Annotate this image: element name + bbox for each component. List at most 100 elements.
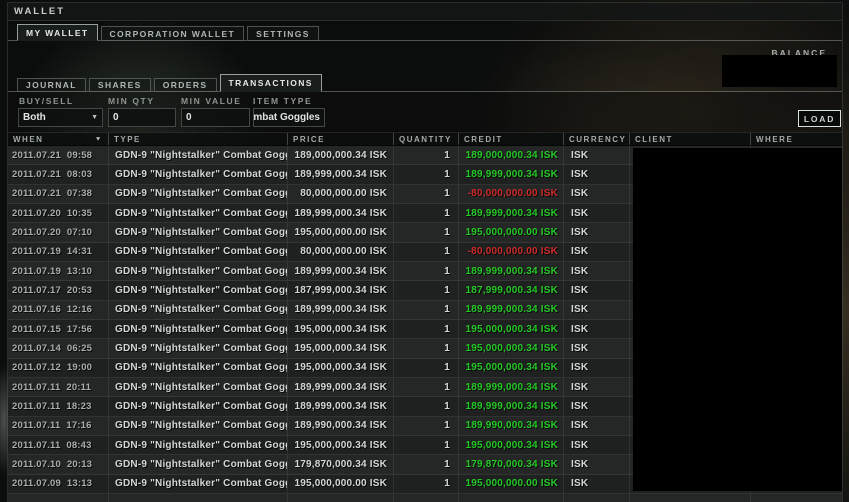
price-cell: 189,999,000.34 ISK xyxy=(287,377,393,397)
quantity-cell: 1 xyxy=(393,146,458,165)
tab-shares[interactable]: SHARES xyxy=(88,78,151,92)
credit-cell: 189,000,000.34 ISK xyxy=(458,146,563,165)
type-cell: GDN-9 "Nightstalker" Combat Goggles xyxy=(108,223,287,242)
min-value-input[interactable]: 0 xyxy=(181,108,250,127)
credit-cell: 189,999,000.34 ISK xyxy=(458,300,563,319)
price-cell: 80,000,000.00 ISK xyxy=(287,242,393,261)
quantity-cell: 1 xyxy=(393,184,458,203)
chevron-down-icon: ▼ xyxy=(91,114,98,121)
currency-cell: ISK xyxy=(563,146,629,165)
type-cell: GDN-9 "Nightstalker" Combat Goggles xyxy=(108,281,287,300)
min-value-label: MIN VALUE xyxy=(181,96,242,106)
window-titlebar[interactable]: WALLET xyxy=(8,3,842,21)
currency-cell: ISK xyxy=(563,377,629,397)
type-cell: GDN-9 "Nightstalker" Combat Goggles xyxy=(108,377,287,397)
when-cell: 2011.07.11 20:11 xyxy=(12,381,92,393)
column-header-currency[interactable]: CURRENCY xyxy=(563,133,629,145)
sort-desc-icon: ▼ xyxy=(94,136,103,142)
load-button[interactable]: LOAD xyxy=(798,110,841,127)
tab-corporation-wallet[interactable]: CORPORATION WALLET xyxy=(100,26,245,41)
currency-cell: ISK xyxy=(563,223,629,242)
price-cell: 195,000,000.00 ISK xyxy=(287,223,393,242)
price-cell: 80,000,000.00 ISK xyxy=(287,184,393,203)
type-cell: GDN-9 "Nightstalker" Combat Goggles xyxy=(108,261,287,281)
currency-cell: ISK xyxy=(563,281,629,300)
type-cell: GDN-9 "Nightstalker" Combat Goggles xyxy=(108,455,287,474)
column-header-when[interactable]: WHEN ▼ xyxy=(8,133,108,145)
credit-cell: 189,999,000.34 ISK xyxy=(458,203,563,223)
quantity-cell: 1 xyxy=(393,455,458,474)
type-cell: GDN-9 "Nightstalker" Combat Goggles xyxy=(108,300,287,319)
quantity-cell xyxy=(393,493,458,502)
quantity-cell: 1 xyxy=(393,474,458,493)
quantity-cell: 1 xyxy=(393,416,458,435)
type-cell: GDN-9 "Nightstalker" Combat Goggles xyxy=(108,435,287,455)
type-cell: GDN-9 "Nightstalker" Combat Goggles xyxy=(108,146,287,165)
column-header-where[interactable]: WHERE xyxy=(750,133,842,145)
quantity-cell: 1 xyxy=(393,281,458,300)
main-tab-strip: MY WALLET CORPORATION WALLET SETTINGS xyxy=(17,24,322,41)
quantity-cell: 1 xyxy=(393,377,458,397)
type-cell: GDN-9 "Nightstalker" Combat Goggles xyxy=(108,339,287,358)
type-cell: GDN-9 "Nightstalker" Combat Goggles xyxy=(108,203,287,223)
currency-cell: ISK xyxy=(563,203,629,223)
column-header-type[interactable]: TYPE xyxy=(108,133,287,145)
table-row[interactable] xyxy=(8,493,842,502)
when-cell: 2011.07.19 13:10 xyxy=(12,265,93,277)
client-where-redacted xyxy=(633,148,842,491)
quantity-cell: 1 xyxy=(393,435,458,455)
price-cell xyxy=(287,493,393,502)
credit-cell: 195,000,000.34 ISK xyxy=(458,435,563,455)
credit-cell: 195,000,000.34 ISK xyxy=(458,358,563,377)
currency-cell: ISK xyxy=(563,242,629,261)
currency-cell: ISK xyxy=(563,397,629,416)
currency-cell: ISK xyxy=(563,165,629,184)
tab-journal[interactable]: JOURNAL xyxy=(17,78,86,92)
buy-sell-select[interactable]: Both ▼ xyxy=(18,108,103,127)
when-cell: 2011.07.21 09:58 xyxy=(12,149,93,161)
when-cell: 2011.07.12 19:00 xyxy=(12,362,93,374)
when-cell: 2011.07.20 07:10 xyxy=(12,226,93,238)
column-header-quantity[interactable]: QUANTITY xyxy=(393,133,458,145)
price-cell: 189,000,000.34 ISK xyxy=(287,146,393,165)
currency-cell: ISK xyxy=(563,435,629,455)
currency-cell xyxy=(563,493,629,502)
quantity-cell: 1 xyxy=(393,397,458,416)
price-cell: 189,999,000.34 ISK xyxy=(287,397,393,416)
currency-cell: ISK xyxy=(563,474,629,493)
type-cell: GDN-9 "Nightstalker" Combat Goggles xyxy=(108,358,287,377)
price-cell: 195,000,000.34 ISK xyxy=(287,339,393,358)
credit-cell xyxy=(458,493,563,502)
balance-value-redacted xyxy=(722,55,837,87)
credit-cell: 179,870,000.34 ISK xyxy=(458,455,563,474)
credit-cell: 195,000,000.34 ISK xyxy=(458,339,563,358)
quantity-cell: 1 xyxy=(393,358,458,377)
where-cell xyxy=(750,493,842,502)
currency-cell: ISK xyxy=(563,300,629,319)
type-cell: GDN-9 "Nightstalker" Combat Goggles xyxy=(108,184,287,203)
credit-cell: 195,000,000.34 ISK xyxy=(458,319,563,339)
tab-settings[interactable]: SETTINGS xyxy=(247,26,319,41)
type-cell: GDN-9 "Nightstalker" Combat Goggles xyxy=(108,474,287,493)
column-header-price[interactable]: PRICE xyxy=(287,133,393,145)
tab-orders[interactable]: ORDERS xyxy=(153,78,217,92)
when-cell: 2011.07.10 20:13 xyxy=(12,458,93,470)
when-cell: 2011.07.11 08:43 xyxy=(12,439,92,451)
credit-cell: 187,999,000.34 ISK xyxy=(458,281,563,300)
quantity-cell: 1 xyxy=(393,165,458,184)
when-cell: 2011.07.16 12:16 xyxy=(12,304,93,316)
type-cell: GDN-9 "Nightstalker" Combat Goggles xyxy=(108,416,287,435)
tab-transactions[interactable]: TRANSACTIONS xyxy=(219,74,322,92)
credit-cell: 189,999,000.34 ISK xyxy=(458,165,563,184)
item-type-input[interactable]: Combat Goggles xyxy=(253,108,325,127)
credit-cell: 195,000,000.00 ISK xyxy=(458,474,563,493)
when-cell: 2011.07.11 17:16 xyxy=(12,420,92,432)
price-cell: 187,999,000.34 ISK xyxy=(287,281,393,300)
tab-my-wallet[interactable]: MY WALLET xyxy=(17,24,98,41)
min-qty-input[interactable]: 0 xyxy=(108,108,176,127)
column-header-credit[interactable]: CREDIT xyxy=(458,133,563,145)
quantity-cell: 1 xyxy=(393,203,458,223)
when-cell: 2011.07.09 13:13 xyxy=(12,478,93,490)
when-cell: 2011.07.21 07:38 xyxy=(12,188,93,200)
column-header-client[interactable]: CLIENT xyxy=(629,133,750,145)
